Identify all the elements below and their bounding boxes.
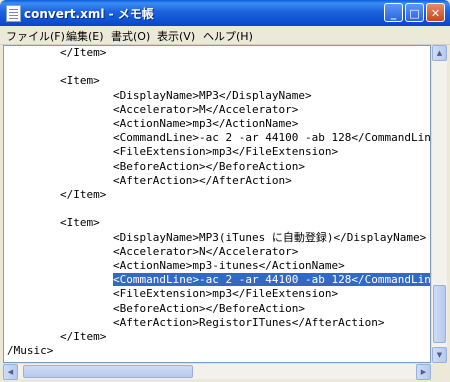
text-line[interactable]: <AfterAction></AfterAction> (7, 174, 292, 188)
menu-format[interactable]: 書式(O) (111, 28, 150, 44)
horizontal-scrollbar[interactable]: ◀ ▶ (3, 363, 431, 380)
window-title: convert.xml - メモ帳 (24, 7, 154, 21)
minimize-button[interactable]: _ (384, 3, 403, 22)
text-line[interactable]: <Item> (7, 74, 100, 88)
text-line[interactable]: <FileExtension>mp3</FileExtension> (7, 287, 338, 301)
menu-file[interactable]: ファイル(F) (6, 28, 65, 44)
menu-view[interactable]: 表示(V) (157, 28, 195, 44)
text-line[interactable]: <BeforeAction></BeforeAction> (7, 160, 305, 174)
text-line[interactable]: <ActionName>mp3-itunes</ActionName> (7, 259, 345, 273)
selected-text[interactable]: <CommandLine>-ac 2 -ar 44100 -ab 128</Co… (112, 273, 430, 287)
notepad-icon (6, 5, 21, 22)
close-button[interactable]: ✕ (426, 3, 445, 22)
menu-edit[interactable]: 編集(E) (66, 28, 104, 44)
vertical-scrollbar[interactable]: ▲ ▼ (431, 45, 447, 363)
text-line[interactable]: </Item> (7, 46, 106, 60)
text-line[interactable]: <Accelerator>N</Accelerator> (7, 245, 298, 259)
text-line[interactable]: /Music> (7, 344, 53, 358)
text-line[interactable]: <ActionName>mp3</ActionName> (7, 117, 298, 131)
text-line[interactable]: <DisplayName>MP3</DisplayName> (7, 89, 312, 103)
arrow-down-icon[interactable]: ▼ (432, 347, 447, 363)
title-bar[interactable]: convert.xml - メモ帳 _ □ ✕ (0, 0, 450, 26)
notepad-window: convert.xml - メモ帳 _ □ ✕ ファイル(F) 編集(E) 書式… (0, 0, 450, 382)
vertical-scroll-thumb[interactable] (433, 285, 446, 343)
text-line[interactable]: <Accelerator>M</Accelerator> (7, 103, 298, 117)
text-line[interactable]: <FileExtension>mp3</FileExtension> (7, 145, 338, 159)
arrow-left-icon[interactable]: ◀ (3, 364, 18, 380)
horizontal-scroll-thumb[interactable] (23, 365, 193, 378)
text-line[interactable]: <CommandLine>-ac 2 -ar 44100 -ab 128</Co… (7, 273, 430, 287)
text-line[interactable]: <CommandLine>-ac 2 -ar 44100 -ab 128</Co… (7, 131, 430, 145)
size-grip[interactable] (431, 363, 447, 379)
text-editor[interactable]: </Item> <Item> <DisplayName>MP3</Display… (3, 45, 431, 363)
text-line[interactable]: <Item> (7, 216, 100, 230)
text-line[interactable]: <DisplayName>MP3(iTunes に自動登録)</DisplayN… (7, 231, 426, 245)
menu-help[interactable]: ヘルプ(H) (203, 28, 253, 44)
text-line[interactable]: </Item> (7, 330, 106, 344)
menu-bar: ファイル(F) 編集(E) 書式(O) 表示(V) ヘルプ(H) (0, 26, 450, 45)
arrow-up-icon[interactable]: ▲ (432, 45, 447, 61)
maximize-button[interactable]: □ (405, 3, 424, 22)
text-line[interactable]: <AfterAction>RegistorITunes</AfterAction… (7, 316, 385, 330)
text-line[interactable]: <BeforeAction></BeforeAction> (7, 302, 305, 316)
arrow-right-icon[interactable]: ▶ (416, 364, 431, 380)
text-line[interactable]: </Item> (7, 188, 106, 202)
